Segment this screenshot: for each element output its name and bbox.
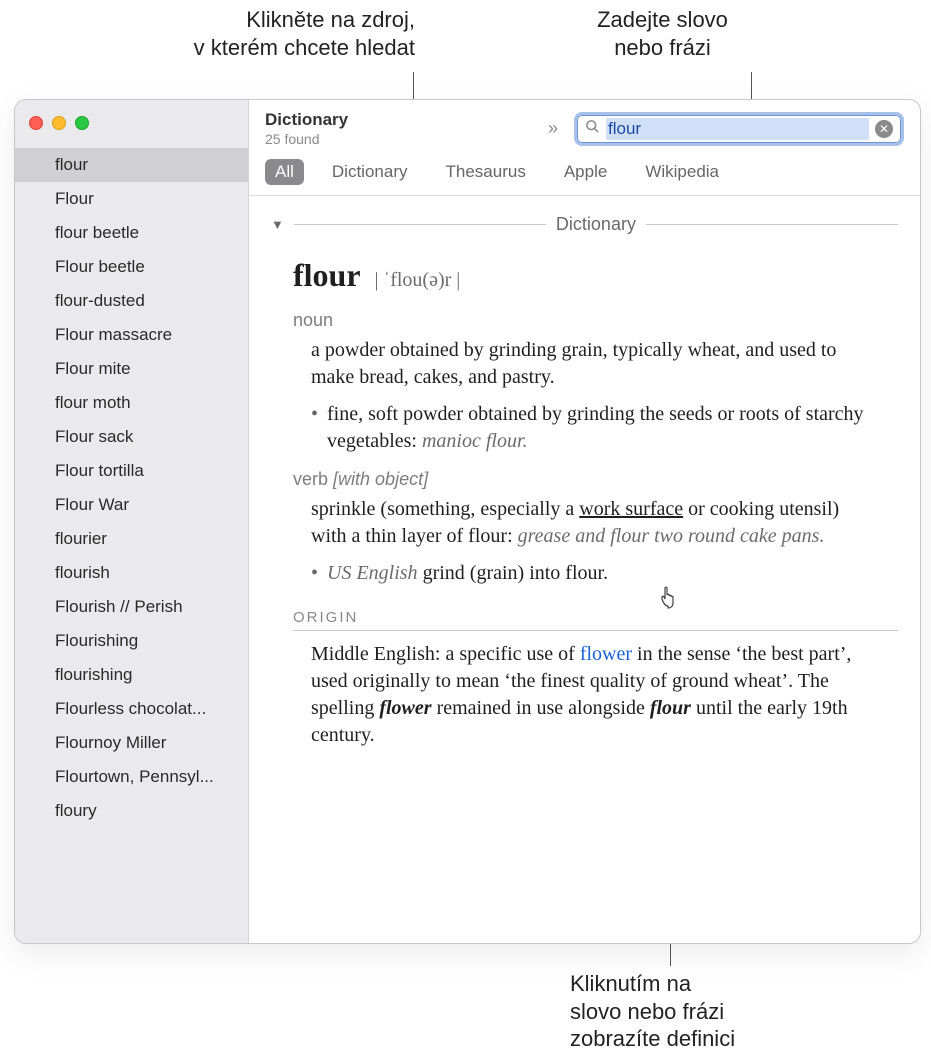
section-title: Dictionary [556, 214, 636, 235]
subdefinition-noun: fine, soft powder obtained by grinding t… [311, 401, 872, 455]
callout-search-l1: Zadejte slovo [597, 7, 728, 32]
sidebar-item[interactable]: flourier [15, 522, 248, 556]
callout-define-l2: slovo nebo frázi [570, 999, 724, 1024]
tab-apple[interactable]: Apple [554, 159, 617, 185]
toolbar: Dictionary 25 found » ✕ [249, 100, 920, 151]
sidebar-item[interactable]: flour-dusted [15, 284, 248, 318]
subdefinition-verb: US English grind (grain) into flour. [311, 560, 872, 587]
source-tabs: All Dictionary Thesaurus Apple Wikipedia [249, 151, 920, 196]
tab-dictionary[interactable]: Dictionary [322, 159, 418, 185]
minimize-icon[interactable] [52, 116, 66, 130]
callout-source-l2: v kterém chcete hledat [194, 35, 415, 60]
maximize-icon[interactable] [75, 116, 89, 130]
result-count: 25 found [265, 131, 348, 147]
window-controls [15, 100, 248, 140]
example-verb: grease and flour two round cake pans. [518, 525, 825, 547]
callout-source: Klikněte na zdroj, v kterém chcete hleda… [20, 6, 415, 61]
tab-wikipedia[interactable]: Wikipedia [635, 159, 729, 185]
example-noun: manioc flour. [422, 430, 528, 452]
pronunciation: | ˈflou(ə)r | [375, 269, 461, 292]
clear-icon[interactable]: ✕ [875, 120, 893, 138]
sidebar-item[interactable]: Flourtown, Pennsyl... [15, 760, 248, 794]
callout-search-l2: nebo frázi [614, 35, 711, 60]
toolbar-title-block: Dictionary 25 found [265, 110, 348, 147]
part-of-speech-noun: noun [293, 310, 898, 331]
search-field[interactable]: ✕ [574, 112, 904, 146]
close-icon[interactable] [29, 116, 43, 130]
divider [293, 630, 898, 631]
headword: flour [293, 257, 361, 294]
sidebar-item[interactable]: flour beetle [15, 216, 248, 250]
definition-verb: sprinkle (something, especially a work s… [311, 496, 872, 550]
section-header[interactable]: ▼ Dictionary [271, 214, 898, 235]
sidebar-item[interactable]: Flourish // Perish [15, 590, 248, 624]
linked-phrase[interactable]: work surface [579, 498, 683, 520]
definition-content: ▼ Dictionary flour | ˈflou(ə)r | noun a … [249, 196, 920, 943]
origin-text: Middle English: a specific use of flower… [311, 641, 872, 749]
callout-source-l1: Klikněte na zdroj, [246, 7, 415, 32]
callout-line [751, 72, 752, 102]
sidebar-item[interactable]: Flour massacre [15, 318, 248, 352]
sidebar-item[interactable]: Flour mite [15, 352, 248, 386]
sidebar-item[interactable]: Flour [15, 182, 248, 216]
callout-define-l1: Kliknutím na [570, 971, 691, 996]
disclosure-triangle-icon[interactable]: ▼ [271, 217, 284, 232]
sidebar-item[interactable]: Flour War [15, 488, 248, 522]
callout-define: Kliknutím na slovo nebo frázi zobrazíte … [570, 970, 910, 1053]
overflow-icon[interactable]: » [544, 118, 562, 139]
callout-search: Zadejte slovo nebo frázi [560, 6, 765, 61]
origin-link[interactable]: flower [580, 643, 632, 665]
sidebar-item[interactable]: flour moth [15, 386, 248, 420]
tab-all[interactable]: All [265, 159, 304, 185]
search-input[interactable] [606, 118, 869, 140]
sidebar: flour Flour flour beetle Flour beetle fl… [15, 100, 249, 943]
origin-label: ORIGIN [293, 609, 898, 626]
search-icon [585, 119, 600, 138]
sidebar-item[interactable]: Flourishing [15, 624, 248, 658]
sidebar-item[interactable]: Flour tortilla [15, 454, 248, 488]
definition-noun: a powder obtained by grinding grain, typ… [311, 337, 872, 391]
sidebar-item[interactable]: Flournoy Miller [15, 726, 248, 760]
sidebar-list: flour Flour flour beetle Flour beetle fl… [15, 140, 248, 943]
sidebar-item[interactable]: flour [15, 148, 248, 182]
sidebar-item[interactable]: floury [15, 794, 248, 828]
window-title: Dictionary [265, 110, 348, 130]
tab-thesaurus[interactable]: Thesaurus [436, 159, 536, 185]
main-pane: Dictionary 25 found » ✕ All Dictionary T… [249, 100, 920, 943]
part-of-speech-verb: verb [with object] [293, 469, 898, 490]
dictionary-window: flour Flour flour beetle Flour beetle fl… [14, 99, 921, 944]
callout-define-l3: zobrazíte definici [570, 1026, 735, 1051]
entry-heading: flour | ˈflou(ə)r | [293, 257, 898, 294]
sidebar-item[interactable]: Flourless chocolat... [15, 692, 248, 726]
sidebar-item[interactable]: Flour beetle [15, 250, 248, 284]
sidebar-item[interactable]: Flour sack [15, 420, 248, 454]
sidebar-item[interactable]: flourish [15, 556, 248, 590]
sidebar-item[interactable]: flourishing [15, 658, 248, 692]
